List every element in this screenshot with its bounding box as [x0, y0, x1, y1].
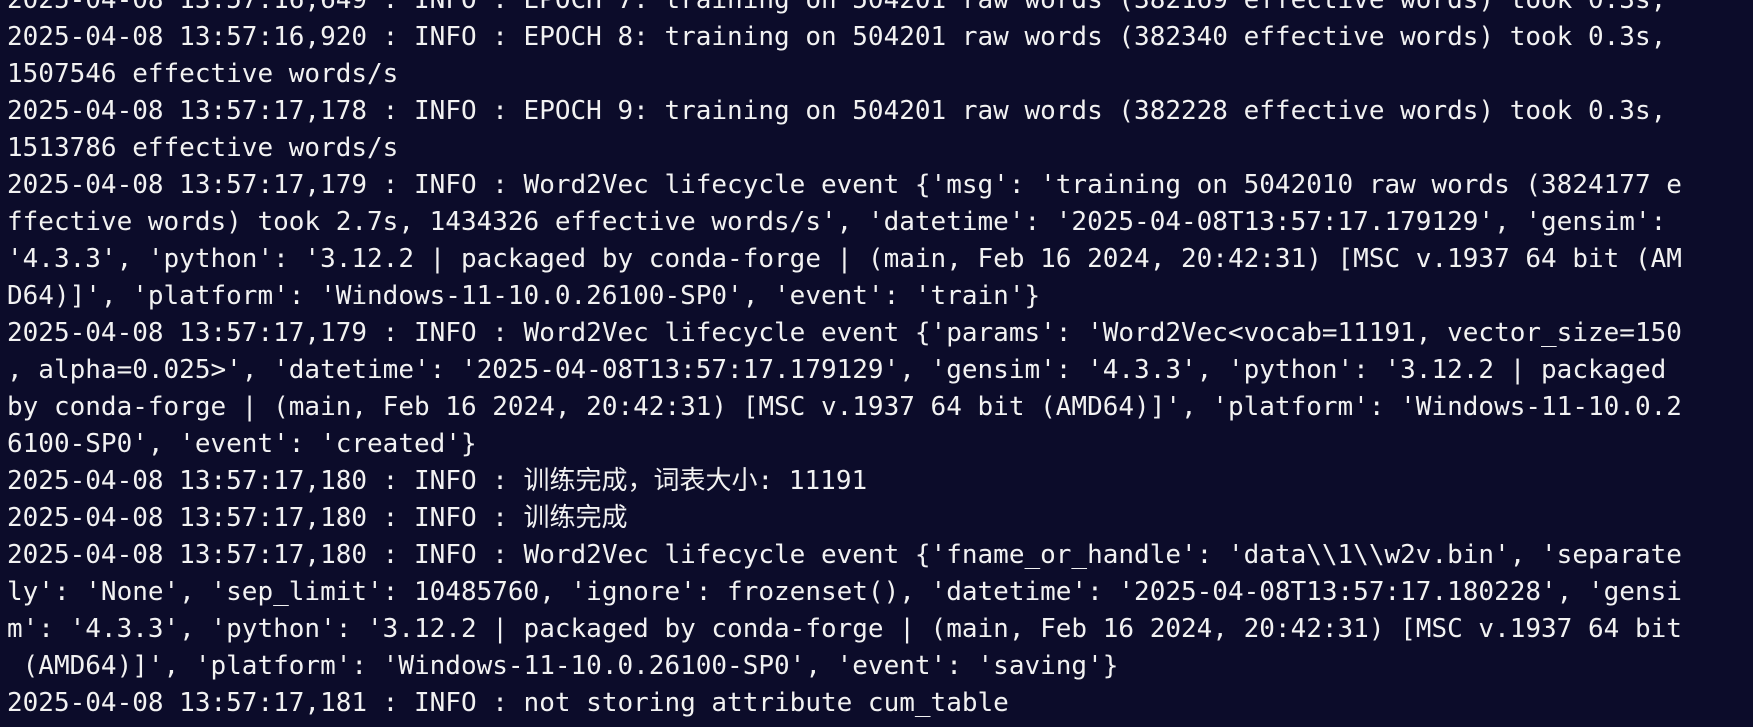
- log-line: m': '4.3.3', 'python': '3.12.2 | package…: [7, 614, 1682, 644]
- log-line: 2025-04-08 13:57:17,179 : INFO : Word2Ve…: [7, 170, 1682, 200]
- log-line: 2025-04-08 13:57:17,181 : INFO : not sto…: [7, 688, 1009, 718]
- log-line: 2025-04-08 13:57:17,178 : INFO : EPOCH 9…: [7, 96, 1667, 126]
- log-line: D64)]', 'platform': 'Windows-11-10.0.261…: [7, 281, 1041, 311]
- log-line: 2025-04-08 13:57:17,180 : INFO : 训练完成，词表…: [7, 466, 868, 496]
- log-line: 6100-SP0', 'event': 'created'}: [7, 429, 477, 459]
- log-line: 2025-04-08 13:57:16,920 : INFO : EPOCH 8…: [7, 22, 1667, 52]
- log-line: 2025-04-08 13:57:17,180 : INFO : 训练完成: [7, 503, 628, 533]
- log-line: by conda-forge | (main, Feb 16 2024, 20:…: [7, 392, 1682, 422]
- log-line: ffective words) took 2.7s, 1434326 effec…: [7, 207, 1667, 237]
- log-line: 1507546 effective words/s: [7, 59, 399, 89]
- log-line: (AMD64)]', 'platform': 'Windows-11-10.0.…: [7, 651, 1119, 681]
- log-line-partial: 2025-04-08 13:57:16,649 : INFO : EPOCH 7…: [7, 0, 1667, 15]
- log-line: '4.3.3', 'python': '3.12.2 | packaged by…: [7, 244, 1682, 274]
- terminal-window[interactable]: 2025-04-08 13:57:16,649 : INFO : EPOCH 7…: [0, 0, 1753, 727]
- log-line: 1513786 effective words/s: [7, 133, 399, 163]
- log-line: 2025-04-08 13:57:17,179 : INFO : Word2Ve…: [7, 318, 1682, 348]
- log-line: , alpha=0.025>', 'datetime': '2025-04-08…: [7, 355, 1667, 385]
- log-output: 2025-04-08 13:57:16,649 : INFO : EPOCH 7…: [7, 0, 1747, 722]
- log-line: 2025-04-08 13:57:17,180 : INFO : Word2Ve…: [7, 540, 1682, 570]
- log-line: ly': 'None', 'sep_limit': 10485760, 'ign…: [7, 577, 1682, 607]
